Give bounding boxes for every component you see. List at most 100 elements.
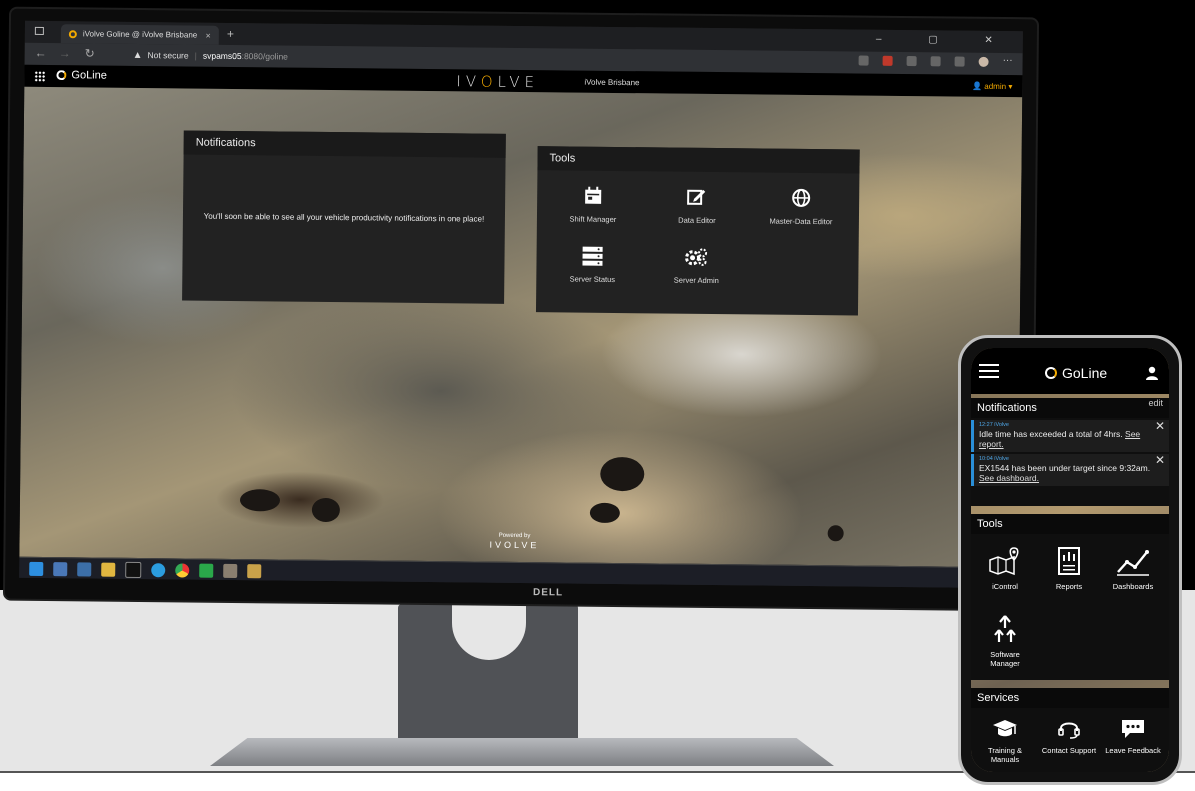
service-label: Contact Support [1041,746,1097,755]
tool-server-status[interactable]: Server Status [542,244,642,284]
user-icon: 👤 [972,81,983,91]
tool-server-admin[interactable]: Server Admin [646,245,746,285]
tool-label: Master-Data Editor [769,216,833,227]
service-training-manuals[interactable]: Training & Manuals [975,716,1035,764]
taskbar-app-icon[interactable] [77,561,92,577]
notifications-edit-link[interactable]: edit [1148,398,1163,408]
terrain-feature [311,497,341,523]
tool-label: iControl [992,582,1018,591]
warning-icon: ▲ [132,49,143,61]
tools-title: Tools [537,146,860,174]
start-button-icon[interactable] [29,561,44,576]
taskbar-app-icon[interactable] [199,563,214,578]
chrome-icon[interactable] [175,562,190,578]
notification-item[interactable]: 10:04 iVolve EX1544 has been under targe… [971,454,1169,486]
terrain-background: Notifications You'll soon be able to see… [19,86,1023,568]
calendar-icon [543,184,643,207]
forward-arrow-icon[interactable]: → [59,46,71,60]
terrain-feature [589,502,620,524]
chevron-down-icon: ▾ [1008,82,1013,92]
tab-actions-icon[interactable] [34,26,44,35]
terminal-icon[interactable] [125,561,142,578]
goline-ring-icon [56,70,67,81]
tools-panel: Tools Shift Manager Data Editor Master-D… [535,146,860,316]
service-leave-feedback[interactable]: Leave Feedback [1103,716,1163,755]
phone-goline-logo[interactable]: GoLine [1045,365,1107,381]
server-icon [542,244,642,267]
mobile-phone: GoLine Notifications edit 12:27 iVolve I… [958,335,1182,785]
notification-item[interactable]: 12:27 iVolve Idle time has exceeded a to… [971,420,1169,452]
address-bar[interactable]: ▲ Not secure | svpams05 :8080/goline [133,48,288,64]
map-pin-icon [975,544,1035,578]
back-arrow-icon[interactable]: ← [35,46,47,60]
tool-shift-manager[interactable]: Shift Manager [543,184,643,224]
reload-icon[interactable]: ↻ [85,46,95,60]
notifications-message: You'll soon be able to see all your vehi… [203,211,485,224]
user-profile-icon[interactable] [1145,366,1159,380]
headset-icon [1039,716,1099,742]
tool-software-manager[interactable]: Software Manager [975,612,1035,668]
goline-ring-icon [1045,367,1057,379]
powered-by: Powered by IVOLVE [489,532,539,550]
internet-explorer-icon[interactable] [151,562,166,577]
goline-logo[interactable]: GoLine [56,69,107,82]
notifications-panel: Notifications You'll soon be able to see… [182,130,506,304]
service-contact-support[interactable]: Contact Support [1039,716,1099,755]
sync-icon[interactable] [930,56,941,67]
chat-bubble-icon [1103,716,1163,742]
monitor-stand-base [210,738,834,766]
phone-app-name: GoLine [1062,365,1108,381]
tool-data-editor[interactable]: Data Editor [647,185,747,225]
url-path: :8080/goline [241,51,288,62]
terrain-feature [239,489,281,512]
extension-badge-icon[interactable] [882,55,893,66]
profile-avatar[interactable] [978,56,989,67]
tool-label: Shift Manager [569,214,617,224]
desktop-monitor: iVolve Goline @ iVolve Brisbane × + – ▢ … [4,8,1038,610]
monitor-screen: iVolve Goline @ iVolve Brisbane × + – ▢ … [19,20,1023,589]
extension-icons: ··· [858,55,1013,68]
phone-services-section: Services Training & Manuals Contact Supp… [971,688,1169,772]
user-menu[interactable]: 👤 admin ▾ [972,82,1012,91]
tool-label: Server Status [569,274,616,284]
favorites-icon[interactable] [954,56,965,67]
more-menu-icon[interactable]: ··· [1003,55,1013,67]
taskbar-app-icon[interactable] [53,561,68,576]
phone-tools-section: Tools iControl Reports Dashboards Softwa… [971,514,1169,680]
read-aloud-icon[interactable] [858,55,869,66]
window-controls[interactable]: – ▢ ✕ [876,34,1015,46]
tool-dashboards[interactable]: Dashboards [1103,544,1163,591]
phone-notifications-section: Notifications edit 12:27 iVolve Idle tim… [971,398,1169,506]
tool-reports[interactable]: Reports [1039,544,1099,591]
file-explorer-icon[interactable] [101,562,116,577]
notification-link[interactable]: See dashboard. [979,473,1039,483]
notification-time: 10:04 iVolve [979,456,1009,462]
edit-icon [647,185,747,208]
hamburger-menu-icon[interactable] [979,370,999,372]
tool-label: Reports [1055,582,1083,591]
new-tab-button[interactable]: + [227,27,234,41]
notification-text: EX1544 has been under target since 9:32a… [979,463,1151,473]
tool-label: Dashboards [1112,582,1154,591]
site-name: iVolve Brisbane [584,77,640,88]
close-icon[interactable]: ✕ [1155,420,1165,432]
app-name: GoLine [71,69,107,82]
tab-close-icon[interactable]: × [206,30,211,40]
browser-tab[interactable]: iVolve Goline @ iVolve Brisbane × [60,24,219,45]
phone-screen: GoLine Notifications edit 12:27 iVolve I… [971,348,1169,772]
app-launcher-grid-icon[interactable] [34,70,46,83]
tool-master-data-editor[interactable]: Master-Data Editor [751,186,851,226]
taskbar-app-icon[interactable] [223,563,238,578]
brand-part: LVE [497,72,540,92]
gears-icon [646,245,746,268]
close-icon[interactable]: ✕ [1155,454,1165,466]
ivolve-logo: IVOLVE [456,72,539,91]
security-label: Not secure [147,50,189,61]
terrain-feature [600,456,645,492]
extension-icon[interactable] [906,56,917,67]
goline-favicon-icon [68,29,77,38]
brand-o: O [480,72,498,91]
tool-icontrol[interactable]: iControl [975,544,1035,591]
terrain-feature [827,525,844,542]
taskbar-app-icon[interactable] [247,563,262,578]
